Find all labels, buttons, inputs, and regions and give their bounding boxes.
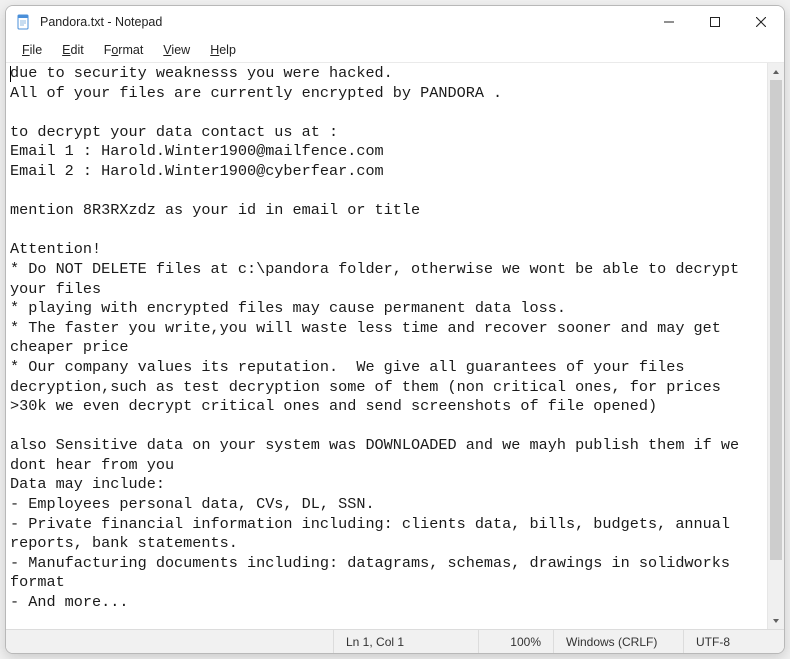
status-encoding: UTF-8 — [684, 630, 784, 653]
close-button[interactable] — [738, 6, 784, 38]
editor-area: due to security weaknesss you were hacke… — [6, 62, 784, 629]
vertical-scrollbar[interactable] — [767, 63, 784, 629]
status-line-ending: Windows (CRLF) — [554, 630, 684, 653]
scrollbar-track[interactable] — [768, 80, 784, 612]
status-zoom[interactable]: 100% — [479, 630, 554, 653]
scroll-up-button[interactable] — [768, 63, 784, 80]
menu-help[interactable]: Help — [200, 41, 246, 59]
editor-content: due to security weaknesss you were hacke… — [10, 64, 748, 611]
notepad-app-icon — [16, 14, 32, 30]
notepad-window: Pandora.txt - Notepad FileEditFormatView… — [5, 5, 785, 654]
status-line-col: Ln 1, Col 1 — [334, 630, 479, 653]
maximize-button[interactable] — [692, 6, 738, 38]
menu-edit[interactable]: Edit — [52, 41, 94, 59]
statusbar: Ln 1, Col 1 100% Windows (CRLF) UTF-8 — [6, 629, 784, 653]
minimize-button[interactable] — [646, 6, 692, 38]
menu-format[interactable]: Format — [94, 41, 154, 59]
menubar: FileEditFormatViewHelp — [6, 38, 784, 62]
scrollbar-thumb[interactable] — [770, 80, 782, 560]
titlebar: Pandora.txt - Notepad — [6, 6, 784, 38]
menu-file[interactable]: File — [12, 41, 52, 59]
window-title: Pandora.txt - Notepad — [40, 15, 162, 29]
text-editor[interactable]: due to security weaknesss you were hacke… — [6, 63, 766, 629]
statusbar-spacer — [6, 630, 334, 653]
menu-view[interactable]: View — [153, 41, 200, 59]
scroll-down-button[interactable] — [768, 612, 784, 629]
